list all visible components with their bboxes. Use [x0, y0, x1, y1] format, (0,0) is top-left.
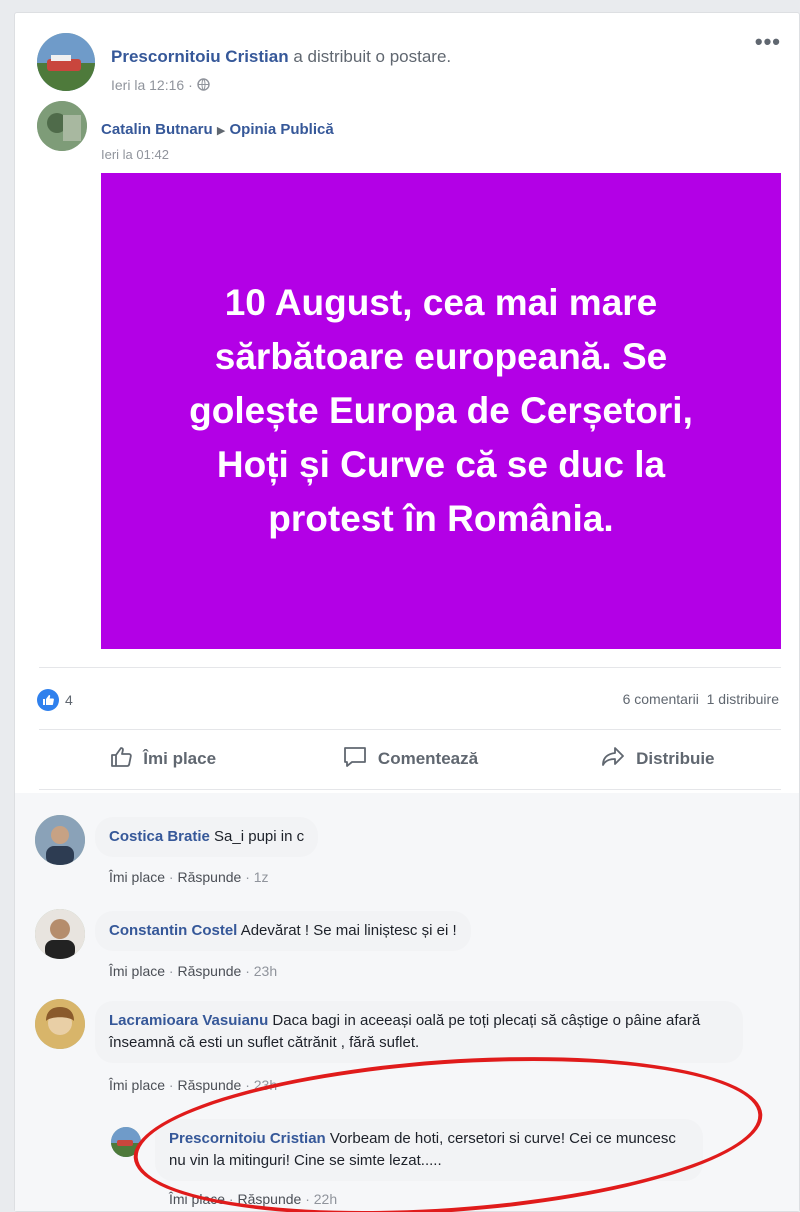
shared-group-name[interactable]: Opinia Publică	[230, 121, 334, 138]
avatar-commenter[interactable]	[35, 999, 85, 1049]
comment-button-label: Comentează	[377, 749, 479, 768]
post-timestamp-row: Ieri la 12:16 ·	[111, 77, 210, 94]
more-options-icon[interactable]: •••	[755, 31, 781, 53]
shares-count[interactable]: 1 distribuire	[707, 691, 779, 707]
comment-meta: Îmi place · Răspunde · 23h	[109, 1077, 278, 1093]
comment-timestamp[interactable]: 1z	[254, 869, 269, 885]
post-image-text: 10 August, cea mai mare sărbătoare europ…	[189, 282, 693, 539]
shared-header: Catalin Butnaru ▶ Opinia Publică	[101, 121, 334, 138]
avatar-shared-author[interactable]	[37, 101, 87, 151]
comment-reply-link[interactable]: Răspunde	[177, 1077, 241, 1093]
comment-text: Adevărat ! Se mai liniștesc și ei !	[240, 922, 457, 939]
divider	[39, 729, 781, 730]
comment-text: Sa_i pupi in c	[214, 828, 305, 845]
comment-meta: Îmi place · Răspunde · 1z	[109, 869, 269, 885]
timestamp-separator: ·	[188, 77, 193, 93]
comment-timestamp[interactable]: 23h	[254, 963, 277, 979]
share-icon	[600, 745, 626, 774]
avatar-commenter[interactable]	[35, 815, 85, 865]
avatar-commenter[interactable]	[35, 909, 85, 959]
share-button-label: Distribuie	[636, 749, 715, 768]
comment-bubble: Costica Bratie Sa_i pupi in c	[95, 817, 319, 857]
reply-like-link[interactable]: Îmi place	[169, 1191, 225, 1207]
comment-timestamp[interactable]: 23h	[254, 1077, 277, 1093]
arrow-right-icon: ▶	[216, 125, 226, 137]
avatar-post-author[interactable]	[37, 33, 95, 91]
comment-author-name[interactable]: Lacramioara Vasuianu	[109, 1012, 268, 1029]
reply-bubble: Prescornitoiu Cristian Vorbeam de hoti, …	[155, 1119, 703, 1181]
post-header: Prescornitoiu Cristian a distribuit o po…	[111, 47, 451, 67]
post-image[interactable]: 10 August, cea mai mare sărbătoare europ…	[101, 173, 781, 649]
comment-author-name[interactable]: Costica Bratie	[109, 828, 210, 845]
comment-icon	[342, 745, 368, 774]
share-button[interactable]: Distribuie	[534, 735, 781, 783]
divider	[39, 667, 781, 668]
post-action-text: a distribuit o postare.	[293, 47, 452, 66]
reactions-summary[interactable]: 4	[37, 689, 73, 711]
like-button-label: Îmi place	[143, 749, 217, 768]
reply-author-name[interactable]: Prescornitoiu Cristian	[169, 1130, 326, 1147]
reply-timestamp[interactable]: 22h	[314, 1191, 337, 1207]
post-stats: 6 comentarii 1 distribuire	[623, 691, 779, 707]
reply-meta: Îmi place · Răspunde · 22h	[169, 1191, 338, 1207]
comment-bubble: Lacramioara Vasuianu Daca bagi in aceeaș…	[95, 1001, 743, 1063]
comments-section: Costica Bratie Sa_i pupi in c Îmi place …	[15, 793, 799, 1211]
shared-timestamp[interactable]: Ieri la 01:42	[101, 147, 169, 162]
post-author-name[interactable]: Prescornitoiu Cristian	[111, 47, 289, 66]
comment-button[interactable]: Comentează	[286, 735, 533, 783]
comment-like-link[interactable]: Îmi place	[109, 963, 165, 979]
comment-meta: Îmi place · Răspunde · 23h	[109, 963, 278, 979]
comment-like-link[interactable]: Îmi place	[109, 869, 165, 885]
comment-like-link[interactable]: Îmi place	[109, 1077, 165, 1093]
divider	[39, 789, 781, 790]
comment-bubble: Constantin Costel Adevărat ! Se mai lini…	[95, 911, 471, 951]
thumbs-up-icon	[109, 745, 133, 774]
comment-author-name[interactable]: Constantin Costel	[109, 922, 237, 939]
comments-count[interactable]: 6 comentarii	[623, 691, 699, 707]
comment-reply-link[interactable]: Răspunde	[177, 963, 241, 979]
like-count: 4	[65, 692, 73, 708]
globe-icon	[196, 78, 210, 94]
comment-reply-link[interactable]: Răspunde	[177, 869, 241, 885]
like-button[interactable]: Îmi place	[39, 735, 286, 783]
post-timestamp[interactable]: Ieri la 12:16	[111, 77, 184, 93]
post-card: Prescornitoiu Cristian a distribuit o po…	[14, 12, 800, 1212]
shared-author-name[interactable]: Catalin Butnaru	[101, 121, 213, 138]
like-reaction-icon	[37, 689, 59, 711]
post-actions: Îmi place Comentează Distribuie	[39, 735, 781, 783]
reply-reply-link[interactable]: Răspunde	[237, 1191, 301, 1207]
avatar-reply-author[interactable]	[111, 1127, 141, 1157]
